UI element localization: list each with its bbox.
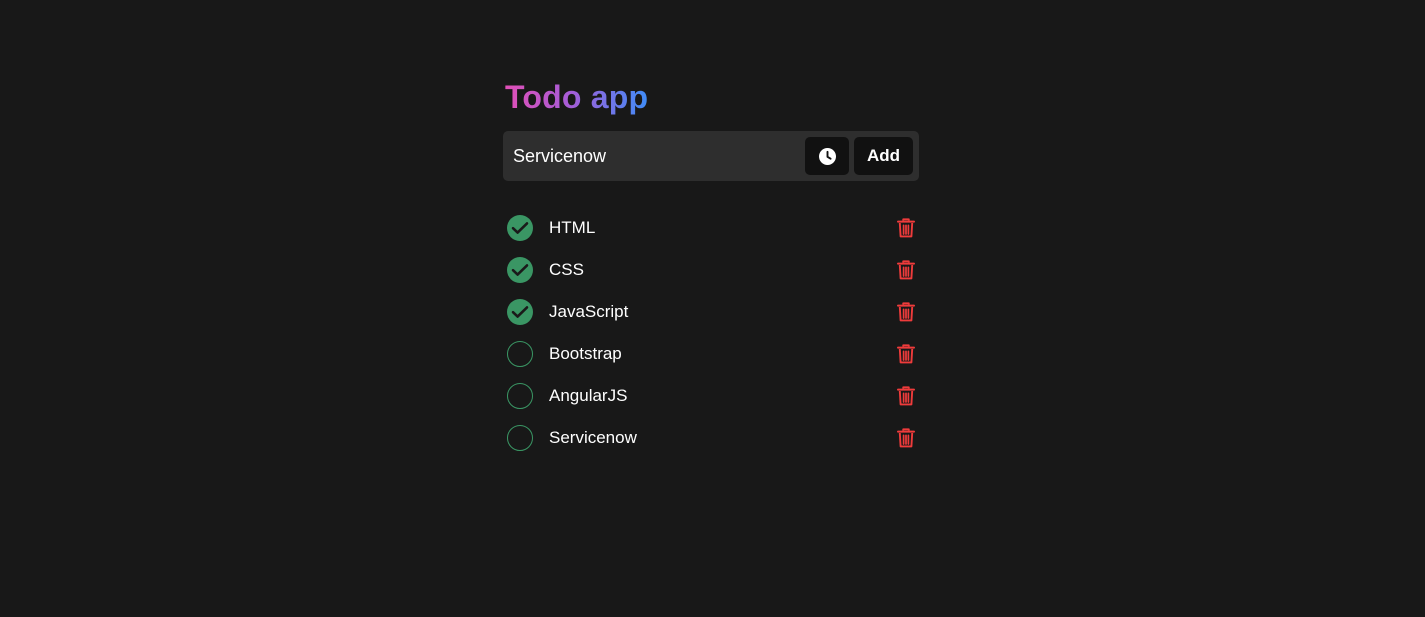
todo-item: Servicenow [503,417,919,459]
app-title: Todo app [505,79,649,115]
trash-icon [897,386,915,406]
todo-text: JavaScript [549,302,629,321]
trash-icon [897,260,915,280]
checkmark-icon [511,263,529,277]
delete-button[interactable] [894,300,918,324]
todo-item: Bootstrap [503,333,919,375]
add-todo-bar: Add [503,131,919,181]
todo-toggle-checkbox[interactable] [507,341,533,367]
todo-list: HTML CSS JavaScript Bootstrap AngularJS … [503,207,919,459]
add-button[interactable]: Add [854,137,913,175]
trash-icon [897,344,915,364]
todo-toggle-checkbox[interactable] [507,257,533,283]
todo-input[interactable] [513,136,805,176]
todo-item: AngularJS [503,375,919,417]
todo-toggle-checkbox[interactable] [507,215,533,241]
todo-item: JavaScript [503,291,919,333]
checkmark-icon [511,221,529,235]
trash-icon [897,218,915,238]
trash-icon [897,428,915,448]
trash-icon [897,302,915,322]
todo-toggle-checkbox[interactable] [507,425,533,451]
todo-text: Bootstrap [549,344,622,363]
todo-text: Servicenow [549,428,637,447]
checkmark-icon [511,305,529,319]
delete-button[interactable] [894,342,918,366]
delete-button[interactable] [894,384,918,408]
clock-icon [818,147,836,165]
todo-toggle-checkbox[interactable] [507,299,533,325]
delete-button[interactable] [894,258,918,282]
todo-app: Todo app Add HTML CSS JavaScript [503,78,919,459]
todo-item: HTML [503,207,919,249]
todo-toggle-checkbox[interactable] [507,383,533,409]
todo-text: HTML [549,218,596,237]
delete-button[interactable] [894,426,918,450]
delete-button[interactable] [894,216,918,240]
todo-text: CSS [549,260,584,279]
todo-text: AngularJS [549,386,628,405]
todo-item: CSS [503,249,919,291]
clock-button[interactable] [805,137,849,175]
